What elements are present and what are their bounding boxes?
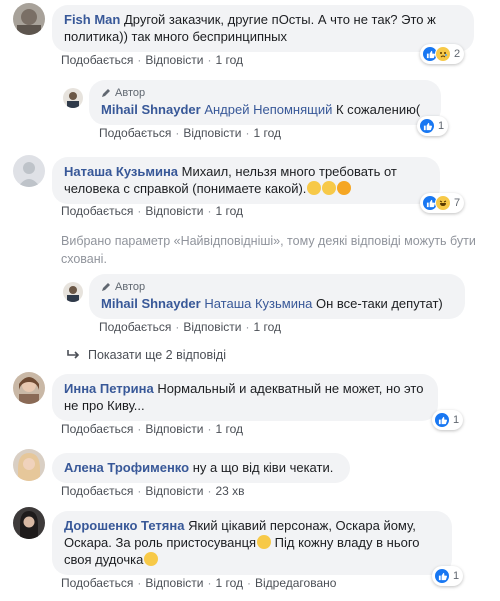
reply-button[interactable]: Відповісти xyxy=(145,484,203,498)
timestamp[interactable]: 1 год xyxy=(253,320,281,334)
reply-button[interactable]: Відповісти xyxy=(145,576,203,590)
reaction-count: 2 xyxy=(454,48,461,60)
comment-actions: Подобається · Відповісти · 1 год · Відредаг… xyxy=(61,576,337,590)
rolling-eyes-emoji xyxy=(307,181,322,195)
like-icon xyxy=(434,412,450,428)
pencil-icon xyxy=(102,283,110,291)
comment-bubble: Алена Трофименко ну а що від ківи чекати… xyxy=(52,453,350,483)
timestamp[interactable]: 1 год xyxy=(215,204,243,218)
show-more-replies-link[interactable]: Показати ще 2 відповіді xyxy=(66,348,226,362)
author-badge-label: Автор xyxy=(115,281,146,293)
mention-tag[interactable]: Наташа Кузьмина xyxy=(204,296,312,311)
comment-author[interactable]: Mihail Shnayder xyxy=(101,296,201,311)
avatar[interactable] xyxy=(13,449,45,481)
comment-author[interactable]: Алена Трофименко xyxy=(64,460,189,475)
author-badge: Автор xyxy=(101,86,429,100)
flushed-emoji xyxy=(322,181,337,195)
like-button[interactable]: Подобається xyxy=(61,53,133,67)
comment-actions: Подобається · Відповісти · 1 год xyxy=(99,320,281,334)
reaction-count: 1 xyxy=(453,570,460,582)
haha-icon xyxy=(435,195,451,211)
reaction-summary[interactable]: 1 xyxy=(432,410,464,430)
comment-actions: Подобається · Відповісти · 23 хв xyxy=(61,484,245,498)
reaction-summary[interactable]: 1 xyxy=(417,116,449,136)
comment-text: Другой заказчик, другие пОсты. А что не … xyxy=(64,12,436,44)
author-badge: Автор xyxy=(101,280,453,294)
comment-bubble: Дорошенко Тетяна Який цікавий персонаж, … xyxy=(52,511,452,575)
like-button[interactable]: Подобається xyxy=(99,126,171,140)
reaction-summary[interactable]: 2 xyxy=(420,44,465,64)
comment-author[interactable]: Дорошенко Тетяна xyxy=(64,518,184,533)
comment-actions: Подобається · Відповісти · 1 год xyxy=(61,204,243,218)
sad-icon xyxy=(435,46,451,62)
reply-arrow-icon xyxy=(67,350,80,359)
reaction-summary[interactable]: 1 xyxy=(432,566,464,586)
edited-label[interactable]: Відредаговано xyxy=(255,576,336,590)
show-more-label: Показати ще 2 відповіді xyxy=(88,348,226,362)
smiling-emoji xyxy=(144,552,159,566)
reply-bubble: Автор Mihail Shnayder Андрей Непомнящий … xyxy=(89,80,441,125)
reaction-count: 7 xyxy=(454,197,461,209)
timestamp[interactable]: 1 год xyxy=(215,53,243,67)
comment-text: К сожалению( xyxy=(336,102,421,117)
like-button[interactable]: Подобається xyxy=(61,576,133,590)
mention-tag[interactable]: Андрей Непомнящий xyxy=(204,102,332,117)
comment-actions: Подобається · Відповісти · 1 год xyxy=(61,422,243,436)
timestamp[interactable]: 1 год xyxy=(215,422,243,436)
like-icon xyxy=(434,568,450,584)
reply-button[interactable]: Відповісти xyxy=(145,53,203,67)
comment-bubble: Наташа Кузьмина Михаил, нельзя много тре… xyxy=(52,157,440,204)
comment-author[interactable]: Наташа Кузьмина xyxy=(64,164,178,179)
sorting-notice: Вибрано параметр «Найвідповідніші», тому… xyxy=(61,234,476,266)
avatar[interactable] xyxy=(63,88,83,108)
avatar[interactable] xyxy=(13,507,45,539)
grinning-emoji xyxy=(257,535,272,549)
comment-bubble: Инна Петрина Нормальный и адекватный не … xyxy=(52,374,438,421)
avatar[interactable] xyxy=(13,155,45,187)
comment-bubble: Fish Man Другой заказчик, другие пОсты. … xyxy=(52,5,474,52)
comment-text: Он все-таки депутат) xyxy=(316,296,443,311)
reaction-summary[interactable]: 7 xyxy=(420,193,465,213)
reaction-count: 1 xyxy=(438,120,445,132)
avatar[interactable] xyxy=(13,3,45,35)
reply-bubble: Автор Mihail Shnayder Наташа Кузьмина Он… xyxy=(89,274,465,319)
timestamp[interactable]: 23 хв xyxy=(215,484,244,498)
comment-author[interactable]: Mihail Shnayder xyxy=(101,102,201,117)
timestamp[interactable]: 1 год xyxy=(253,126,281,140)
comment-text: ну а що від ківи чекати. xyxy=(192,460,334,475)
surprised-emoji xyxy=(337,181,352,195)
author-badge-label: Автор xyxy=(115,87,146,99)
reply-button[interactable]: Відповісти xyxy=(145,422,203,436)
comment-author[interactable]: Инна Петрина xyxy=(64,381,154,396)
comment-author[interactable]: Fish Man xyxy=(64,12,120,27)
like-button[interactable]: Подобається xyxy=(61,422,133,436)
reply-button[interactable]: Відповісти xyxy=(183,126,241,140)
comment-actions: Подобається · Відповісти · 1 год xyxy=(99,126,281,140)
like-icon xyxy=(419,118,435,134)
reply-button[interactable]: Відповісти xyxy=(145,204,203,218)
avatar[interactable] xyxy=(13,372,45,404)
reply-button[interactable]: Відповісти xyxy=(183,320,241,334)
avatar[interactable] xyxy=(63,282,83,302)
like-button[interactable]: Подобається xyxy=(61,484,133,498)
timestamp[interactable]: 1 год xyxy=(215,576,243,590)
comment-actions: Подобається · Відповісти · 1 год xyxy=(61,53,243,67)
like-button[interactable]: Подобається xyxy=(61,204,133,218)
like-button[interactable]: Подобається xyxy=(99,320,171,334)
reaction-count: 1 xyxy=(453,414,460,426)
pencil-icon xyxy=(102,89,110,97)
